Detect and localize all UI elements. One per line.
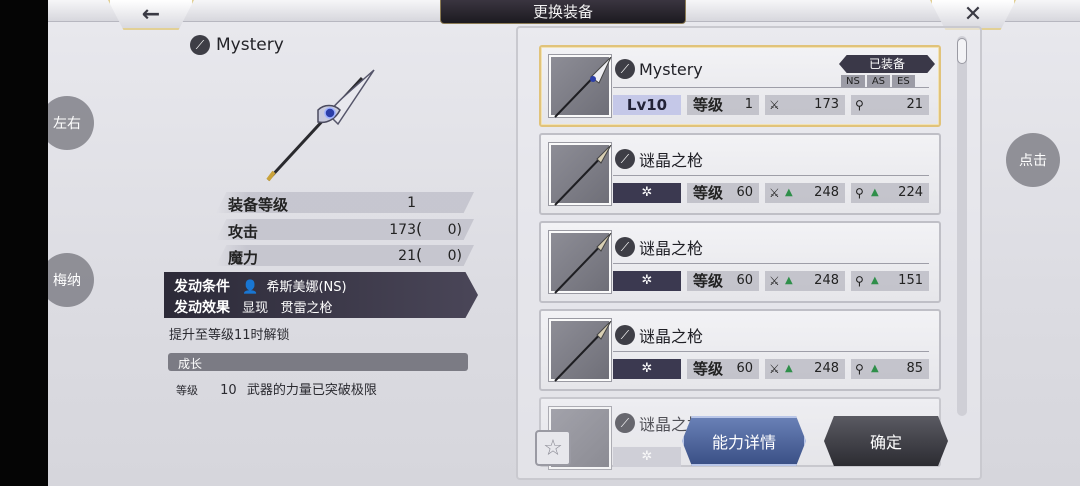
ability-detail-button[interactable]: 能力详情 (682, 416, 806, 466)
confirm-button[interactable]: 确定 (824, 416, 948, 466)
close-icon: ✕ (963, 1, 983, 27)
staff-icon: ⚲ (855, 274, 864, 288)
spear-type-icon: ⟋ (615, 149, 635, 169)
weapon-card[interactable]: ⟋ 谜晶之枪 ✲ 等级 60 ⚔ ▲ 248 ⚲ ▲ 85 (539, 309, 941, 391)
weapon-title: ⟋ Mystery (190, 35, 284, 55)
screen-edge (0, 0, 48, 486)
refine-level: ✲ (613, 359, 681, 379)
back-button[interactable]: ← (108, 0, 194, 30)
up-arrow-icon: ▲ (785, 275, 793, 286)
spear-type-icon: ⟋ (190, 35, 210, 55)
equipment-screen: ← 更换装备 ✕ ⟋ Mystery 装备等级 1 攻击 173 ( 0) 魔力… (48, 0, 1080, 486)
weapon-card[interactable]: ⟋ 谜晶之枪 ✲ 等级 60 ⚔ ▲ 248 ⚲ ▲ 224 (539, 133, 941, 215)
refine-level: ✲ (613, 183, 681, 203)
refine-level: ✲ (613, 271, 681, 291)
float-button-right[interactable]: 点击 (1006, 133, 1060, 187)
weapon-thumbnail (549, 231, 612, 294)
effect-condition-label: 发动条件 (174, 279, 230, 295)
unlock-hint: 提升至等级11时解锁 (169, 328, 290, 343)
effect-condition-value: 希斯美娜(NS) (266, 280, 347, 295)
staff-icon: ⚲ (855, 362, 864, 376)
spear-type-icon: ⟋ (615, 237, 635, 257)
back-arrow-icon: ← (141, 1, 161, 27)
up-arrow-icon: ▲ (785, 363, 793, 374)
spear-type-icon: ⟋ (615, 413, 635, 433)
weapon-thumbnail (549, 143, 612, 206)
weapon-thumbnail (549, 319, 612, 382)
spear-type-icon: ⟋ (615, 59, 635, 79)
weapon-thumbnail (549, 55, 612, 118)
weapon-name: Mystery (216, 35, 284, 55)
float-button-left-bottom[interactable]: 梅纳 (48, 253, 94, 307)
sword-icon: ⚔ (769, 274, 780, 288)
scrollbar-track[interactable] (957, 36, 967, 416)
person-icon: 👤 (242, 280, 259, 295)
up-arrow-icon: ▲ (785, 187, 793, 198)
staff-icon: ⚲ (855, 98, 864, 112)
up-arrow-icon: ▲ (871, 275, 879, 286)
spear-icon (554, 232, 612, 294)
scrollbar-thumb[interactable] (957, 38, 967, 64)
weapon-art-spear-icon (266, 69, 375, 182)
effect-label: 发动效果 (174, 300, 230, 316)
sword-icon: ⚔ (769, 362, 780, 376)
spear-type-icon: ⟋ (615, 325, 635, 345)
equipped-badge: 已装备 (839, 55, 935, 73)
growth-info: 等级 10 武器的力量已突破极限 (176, 383, 377, 398)
effect-value: 显现 贯雷之枪 (242, 301, 333, 316)
refine-level: ✲ (613, 447, 681, 467)
weapon-card[interactable]: ⟋ Mystery 已装备 NS AS ES Lv10 等级 1 ⚔ 173 ⚲… (539, 45, 941, 127)
stat-row-attack: 攻击 173 ( 0) (216, 219, 474, 240)
weapon-card-name: 谜晶之枪 (639, 239, 704, 258)
up-arrow-icon: ▲ (871, 187, 879, 198)
spear-icon (554, 144, 612, 206)
weapon-card-name: Mystery (639, 59, 703, 79)
spear-icon (554, 320, 612, 382)
star-icon: ☆ (543, 435, 563, 461)
page-title: 更换装备 (440, 0, 686, 24)
weapon-card[interactable]: ⟋ 谜晶之枪 ✲ 等级 60 ⚔ ▲ 248 ⚲ ▲ 151 (539, 221, 941, 303)
favorite-button[interactable]: ☆ (535, 430, 571, 466)
growth-header: 成长 (168, 353, 468, 371)
stat-row-magic: 魔力 21 ( 0) (216, 245, 474, 266)
float-button-left-top[interactable]: 左右 (48, 96, 94, 150)
up-arrow-icon: ▲ (871, 363, 879, 374)
refine-level: Lv10 (613, 95, 681, 115)
spear-icon (554, 56, 612, 118)
sword-icon: ⚔ (769, 186, 780, 200)
weapon-card-name: 谜晶之枪 (639, 151, 704, 170)
staff-icon: ⚲ (855, 186, 864, 200)
stat-row-equip-level: 装备等级 1 (216, 192, 474, 213)
weapon-card-name: 谜晶之枪 (639, 327, 704, 346)
sword-icon: ⚔ (769, 98, 780, 112)
skill-effect-box: 发动条件 👤 希斯美娜(NS) 发动效果 显现 贯雷之枪 (164, 272, 478, 318)
